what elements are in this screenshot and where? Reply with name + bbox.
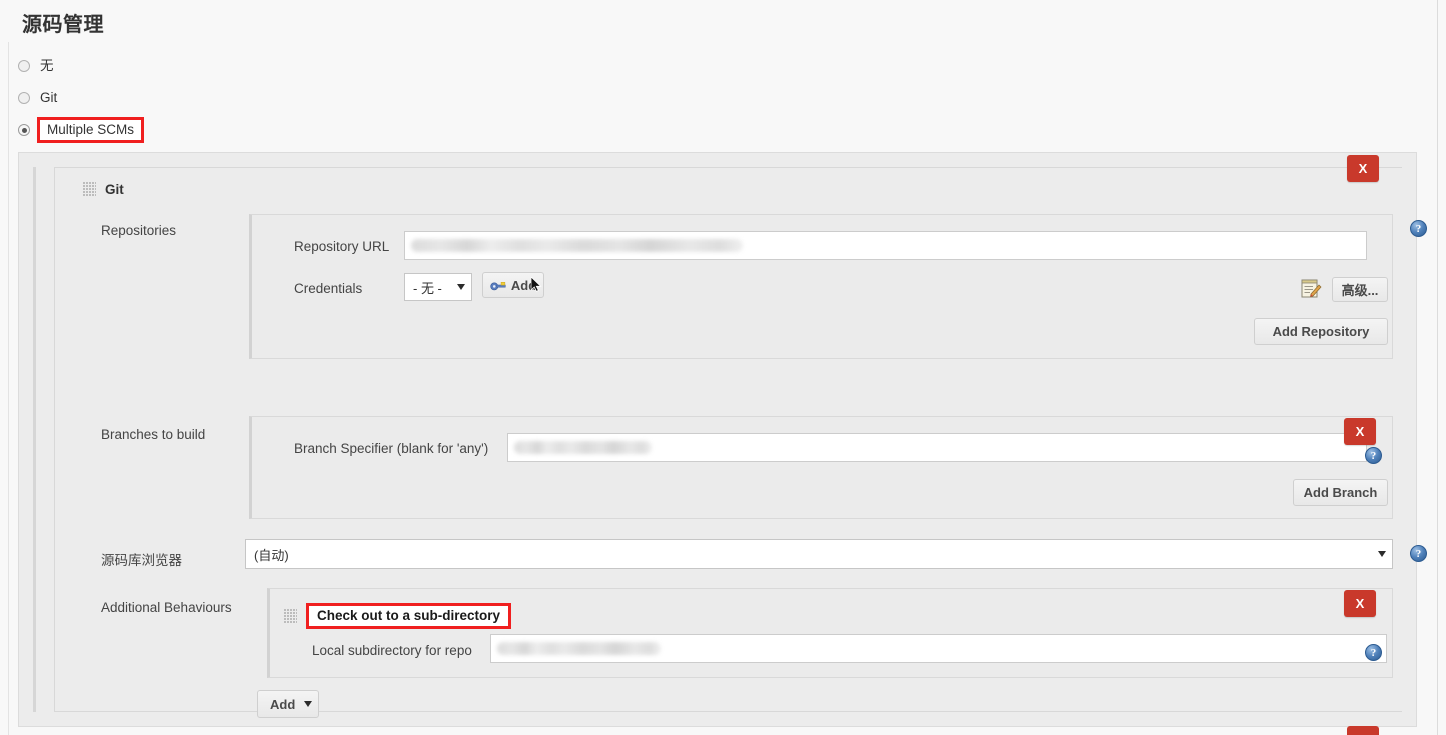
behaviour-entry-title: Check out to a sub-directory: [306, 603, 512, 629]
branches-panel: Branch Specifier (blank for 'any') Add B…: [249, 416, 1393, 519]
add-behaviour-button[interactable]: Add: [257, 690, 319, 718]
branch-specifier-label: Branch Specifier (blank for 'any'): [294, 441, 489, 456]
repository-url-input[interactable]: [404, 231, 1367, 260]
local-subdirectory-help-icon[interactable]: ?: [1365, 644, 1382, 661]
key-icon: [490, 281, 506, 290]
add-repository-label: Add Repository: [1272, 324, 1370, 339]
remove-next-scm-button-clipped[interactable]: [1347, 726, 1379, 735]
scm-choice-group: 无 Git Multiple SCMs: [18, 50, 1418, 146]
advanced-button-label: 高级...: [1341, 283, 1379, 298]
local-subdirectory-input[interactable]: [490, 634, 1387, 663]
repositories-panel: Repository URL Credentials - 无 - Add 高级.…: [249, 214, 1393, 359]
additional-behaviours-panel: Check out to a sub-directory Local subdi…: [267, 588, 1393, 678]
branches-to-build-label: Branches to build: [101, 427, 206, 442]
git-scm-block: Git Repositories Repository URL Credenti…: [54, 167, 1427, 718]
repository-url-redacted-value: [411, 239, 743, 252]
chevron-down-icon: [457, 284, 465, 290]
scm-option-git-label: Git: [40, 90, 58, 106]
radio-multiple-scms[interactable]: [18, 124, 30, 136]
branch-specifier-input[interactable]: [507, 433, 1367, 462]
credentials-select[interactable]: - 无 -: [404, 273, 472, 301]
repository-browser-help-icon[interactable]: ?: [1410, 545, 1427, 562]
scm-option-multiple-scms-label: Multiple SCMs: [37, 116, 145, 144]
repositories-label: Repositories: [101, 223, 177, 238]
branch-specifier-redacted-value: [514, 441, 652, 454]
behaviour-drag-grip-icon[interactable]: [284, 608, 297, 624]
add-branch-button[interactable]: Add Branch: [1293, 479, 1388, 506]
repositories-help-icon[interactable]: ?: [1410, 220, 1427, 237]
repository-browser-selected-value: (自动): [254, 547, 289, 563]
repository-browser-select[interactable]: (自动): [245, 539, 1393, 569]
scm-list: Git Repositories Repository URL Credenti…: [33, 167, 1427, 718]
radio-none[interactable]: [18, 60, 30, 72]
repository-browser-label: 源码库浏览器: [101, 553, 182, 568]
scm-config-page: 源码管理 无 Git Multiple SCMs Git Repositorie…: [0, 0, 1446, 735]
multiple-scms-container: Git Repositories Repository URL Credenti…: [18, 152, 1427, 727]
local-subdirectory-label: Local subdirectory for repo: [312, 643, 472, 658]
mouse-cursor-icon: [531, 277, 542, 292]
behaviour-entry-header: Check out to a sub-directory: [284, 603, 512, 629]
add-repository-button[interactable]: Add Repository: [1254, 318, 1388, 345]
credentials-selected-value: - 无 -: [413, 280, 442, 296]
scm-option-git[interactable]: Git: [18, 82, 1418, 114]
add-behaviour-chevron-down-icon: [304, 701, 313, 707]
left-gutter-border: [8, 42, 9, 735]
git-block-header: Git: [83, 182, 124, 197]
branch-specifier-help-icon[interactable]: ?: [1365, 447, 1382, 464]
local-subdirectory-redacted-value: [497, 642, 661, 655]
drag-grip-icon[interactable]: [83, 182, 96, 197]
notepad-pencil-icon: [1301, 279, 1322, 298]
add-behaviour-label: Add: [270, 696, 296, 712]
add-branch-label: Add Branch: [1303, 485, 1378, 500]
remove-git-scm-button[interactable]: X: [1347, 155, 1379, 182]
chevron-down-icon: [1378, 551, 1386, 557]
scm-option-none[interactable]: 无: [18, 50, 1418, 82]
page-title: 源码管理: [22, 14, 104, 36]
remove-branch-button[interactable]: X: [1344, 418, 1376, 445]
additional-behaviours-label: Additional Behaviours: [101, 600, 232, 615]
repository-url-label: Repository URL: [294, 239, 390, 254]
credentials-label: Credentials: [294, 281, 363, 296]
advanced-button[interactable]: 高级...: [1332, 277, 1388, 302]
scm-option-multiple-scms[interactable]: Multiple SCMs: [18, 114, 1418, 146]
right-page-border: [1437, 0, 1438, 735]
scm-option-none-label: 无: [40, 58, 54, 74]
git-block-title: Git: [105, 182, 124, 197]
radio-git[interactable]: [18, 92, 30, 104]
remove-behaviour-button[interactable]: X: [1344, 590, 1376, 617]
